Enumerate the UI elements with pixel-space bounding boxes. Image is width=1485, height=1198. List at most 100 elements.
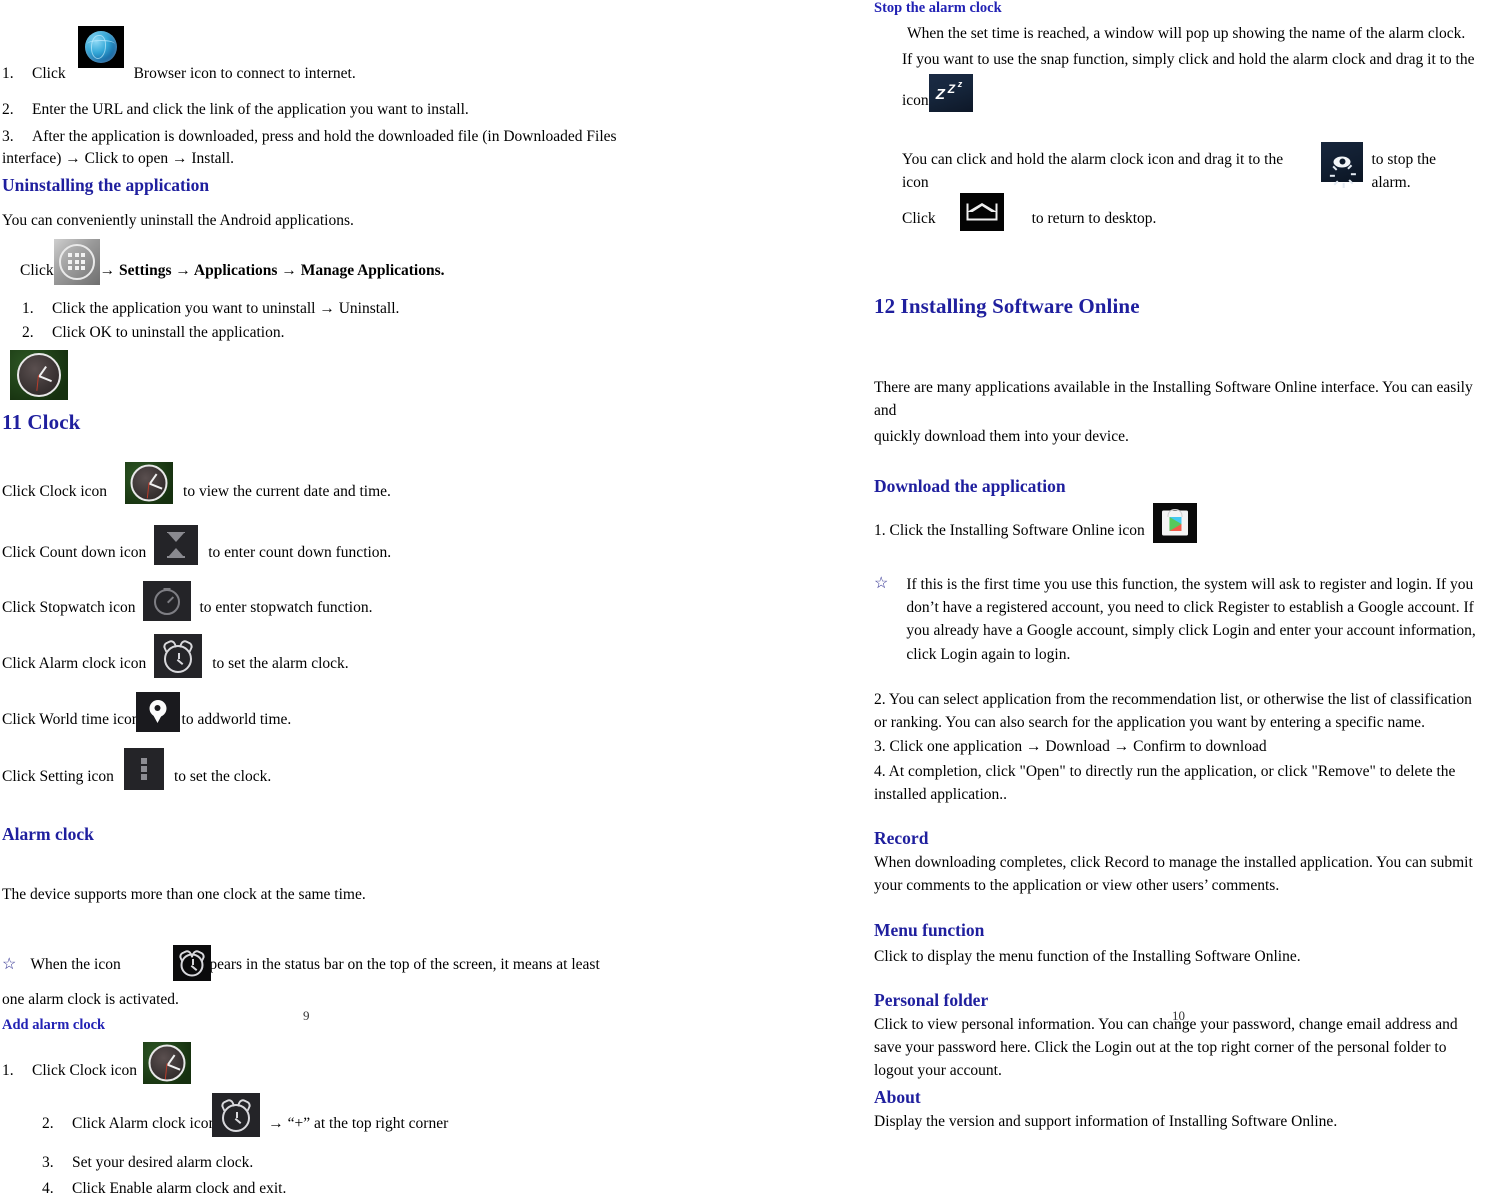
clock-line-setting-before: Click Setting icon [2, 768, 114, 786]
install-step-1-text-before: Click [32, 65, 66, 82]
clock-line-setting-after: to set the clock. [173, 768, 272, 786]
add-alarm-step-4: 4. Click Enable alarm clock and exit. [42, 1180, 735, 1198]
add-alarm-step-4-text: Click Enable alarm clock and exit. [72, 1180, 287, 1198]
uninstall-path: → Settings → Applications → Manage Appli… [99, 262, 445, 280]
download-step-3: 3. Click one application → Download → Co… [874, 738, 1267, 756]
clock-line-worldtime-after: to addworld time. [181, 711, 292, 729]
add-alarm-step-2-after: → “+” at the top right corner [268, 1115, 449, 1133]
manual-page-left: 1. Click Browser icon to connect to inte… [0, 0, 745, 1197]
record-text: When downloading completes, click Record… [874, 854, 1473, 895]
menu-function-text: Click to display the menu function of th… [874, 947, 1301, 965]
installing-software-heading: 12 Installing Software Online [874, 294, 1140, 318]
about-heading: About [874, 1086, 921, 1107]
uninstall-step-1-text: Click the application you want to uninst… [52, 299, 400, 317]
installing-intro-line-2: quickly download them into your device. [874, 427, 1129, 445]
add-alarm-step-1-number: 1. [2, 1062, 14, 1080]
clock-line-stopwatch: Click Stopwatch icon to enter stopwatch … [2, 580, 735, 628]
page-number-left: 9 [303, 1008, 310, 1023]
menu-function-heading: Menu function [874, 919, 985, 940]
install-step-1-number: 1. [2, 65, 14, 82]
download-step-1-text: 1. Click the Installing Software Online … [874, 522, 1145, 540]
install-step-3-text: After the application is downloaded, pre… [32, 128, 617, 145]
snooze-icon-row: icon ZZz [902, 73, 1479, 120]
clock-line-clock-before: Click Clock icon [2, 483, 108, 501]
star-bullet-icon: ☆ [874, 574, 889, 592]
download-step-4: 4. At completion, click "Open" to direct… [874, 762, 1456, 803]
uninstall-step-2-text: Click OK to uninstall the application. [52, 323, 285, 341]
alarm-clock-icon [172, 945, 211, 982]
alarm-status-note: ☆ When the icon appears in the status ba… [2, 945, 735, 982]
download-application-heading: Download the application [874, 475, 1066, 496]
uninstall-click-label: Click [20, 262, 54, 280]
return-desktop-row: Click to return to desktop. [902, 193, 1479, 238]
stop-alarm-line-3-row: You can click and hold the alarm clock i… [902, 141, 1479, 195]
add-alarm-step-3: 3. Set your desired alarm clock. [42, 1154, 735, 1172]
download-step-1-row: 1. Click the Installing Software Online … [874, 502, 1479, 551]
install-step-2: 2. Enter the URL and click the link of t… [2, 101, 735, 119]
stop-alarm-icon [1321, 141, 1364, 188]
install-step-3-number: 3. [2, 128, 14, 145]
stop-alarm-heading: Stop the alarm clock [874, 0, 1002, 16]
clock-line-countdown: Click Count down icon to enter count dow… [2, 524, 735, 573]
add-alarm-step-2-number: 2. [42, 1115, 54, 1133]
add-alarm-step-2-text: Click Alarm clock icon [72, 1115, 217, 1133]
uninstall-step-1: 1. Click the application you want to uni… [22, 300, 735, 318]
clock-app-icon-block [10, 349, 735, 400]
stop-alarm-line-2: If you want to use the snap function, si… [902, 51, 1475, 69]
alarm-note-after: appears in the status bar on the top of … [194, 955, 600, 973]
clock-line-alarm-before: Click Alarm clock icon [2, 655, 147, 673]
clock-line-worldtime-before: Click World time icon [2, 711, 140, 729]
alarm-clock-icon [212, 1093, 261, 1138]
clock-line-countdown-before: Click Count down icon [2, 544, 147, 562]
uninstall-intro: You can conveniently uninstall the Andro… [2, 211, 354, 229]
download-step-2: 2. You can select application from the r… [874, 690, 1472, 731]
add-alarm-step-3-number: 3. [42, 1154, 54, 1172]
record-heading: Record [874, 828, 929, 848]
clock-line-clock: Click Clock icon to view the current dat… [2, 461, 735, 513]
clock-line-stopwatch-after: to enter stopwatch function. [199, 599, 373, 617]
stop-alarm-line-3-before: You can click and hold the alarm clock i… [902, 150, 1284, 191]
installing-intro-line-1: There are many applications available in… [874, 379, 1473, 420]
return-desktop-before: Click [902, 210, 936, 228]
add-alarm-step-1-text: Click Clock icon [32, 1062, 138, 1080]
play-store-icon [1152, 502, 1197, 543]
snooze-icon: ZZz [928, 73, 973, 112]
apps-drawer-icon [53, 238, 100, 285]
add-alarm-step-4-number: 4. [42, 1180, 54, 1198]
install-step-1-text-after: Browser icon to connect to internet. [133, 65, 356, 82]
clock-line-stopwatch-before: Click Stopwatch icon [2, 599, 136, 617]
clock-icon [125, 461, 174, 504]
uninstall-step-2: 2. Click OK to uninstall the application… [22, 324, 735, 342]
alarm-clock-heading: Alarm clock [2, 823, 94, 844]
home-icon [959, 193, 1004, 231]
snooze-icon-label: icon [902, 91, 929, 109]
clock-icon [10, 349, 68, 400]
clock-section-heading: 11 Clock [2, 409, 81, 434]
map-pin-icon [135, 691, 180, 732]
clock-line-worldtime: Click World time icon to addworld time. [2, 691, 735, 740]
clock-line-setting: Click Setting icon to set the clock. [2, 747, 735, 798]
stop-alarm-line-3-after: to stop the alarm. [1371, 150, 1437, 191]
uninstall-step-2-number: 2. [22, 323, 34, 341]
uninstalling-heading: Uninstalling the application [2, 174, 210, 195]
return-desktop-after: to return to desktop. [1031, 210, 1157, 228]
alarm-intro: The device supports more than one clock … [2, 885, 366, 903]
alarm-note-continuation: one alarm clock is activated. [2, 991, 179, 1009]
manual-page-right: Stop the alarm clock When the set time i… [862, 0, 1485, 1130]
install-step-1: 1. Click Browser icon to connect to inte… [2, 26, 735, 83]
page-number-right: 10 [1172, 1008, 1185, 1023]
install-step-3: 3. After the application is downloaded, … [2, 128, 735, 146]
add-alarm-step-3-text: Set your desired alarm clock. [72, 1154, 254, 1172]
clock-icon [143, 1042, 192, 1085]
clock-line-alarm: Click Alarm clock icon to set the alarm … [2, 633, 735, 686]
download-note-text: If this is the first time you use this f… [906, 575, 1476, 663]
install-step-2-number: 2. [2, 101, 14, 118]
uninstall-step-1-number: 1. [22, 299, 34, 317]
browser-icon [77, 26, 124, 68]
clock-line-countdown-after: to enter count down function. [208, 544, 392, 562]
overflow-menu-icon [123, 747, 164, 790]
hourglass-icon [154, 524, 199, 565]
stop-alarm-line-1: When the set time is reached, a window w… [907, 25, 1466, 42]
download-note-row: ☆ If this is the first time you use this… [874, 573, 1479, 666]
alarm-note-before: When the icon [30, 955, 121, 973]
